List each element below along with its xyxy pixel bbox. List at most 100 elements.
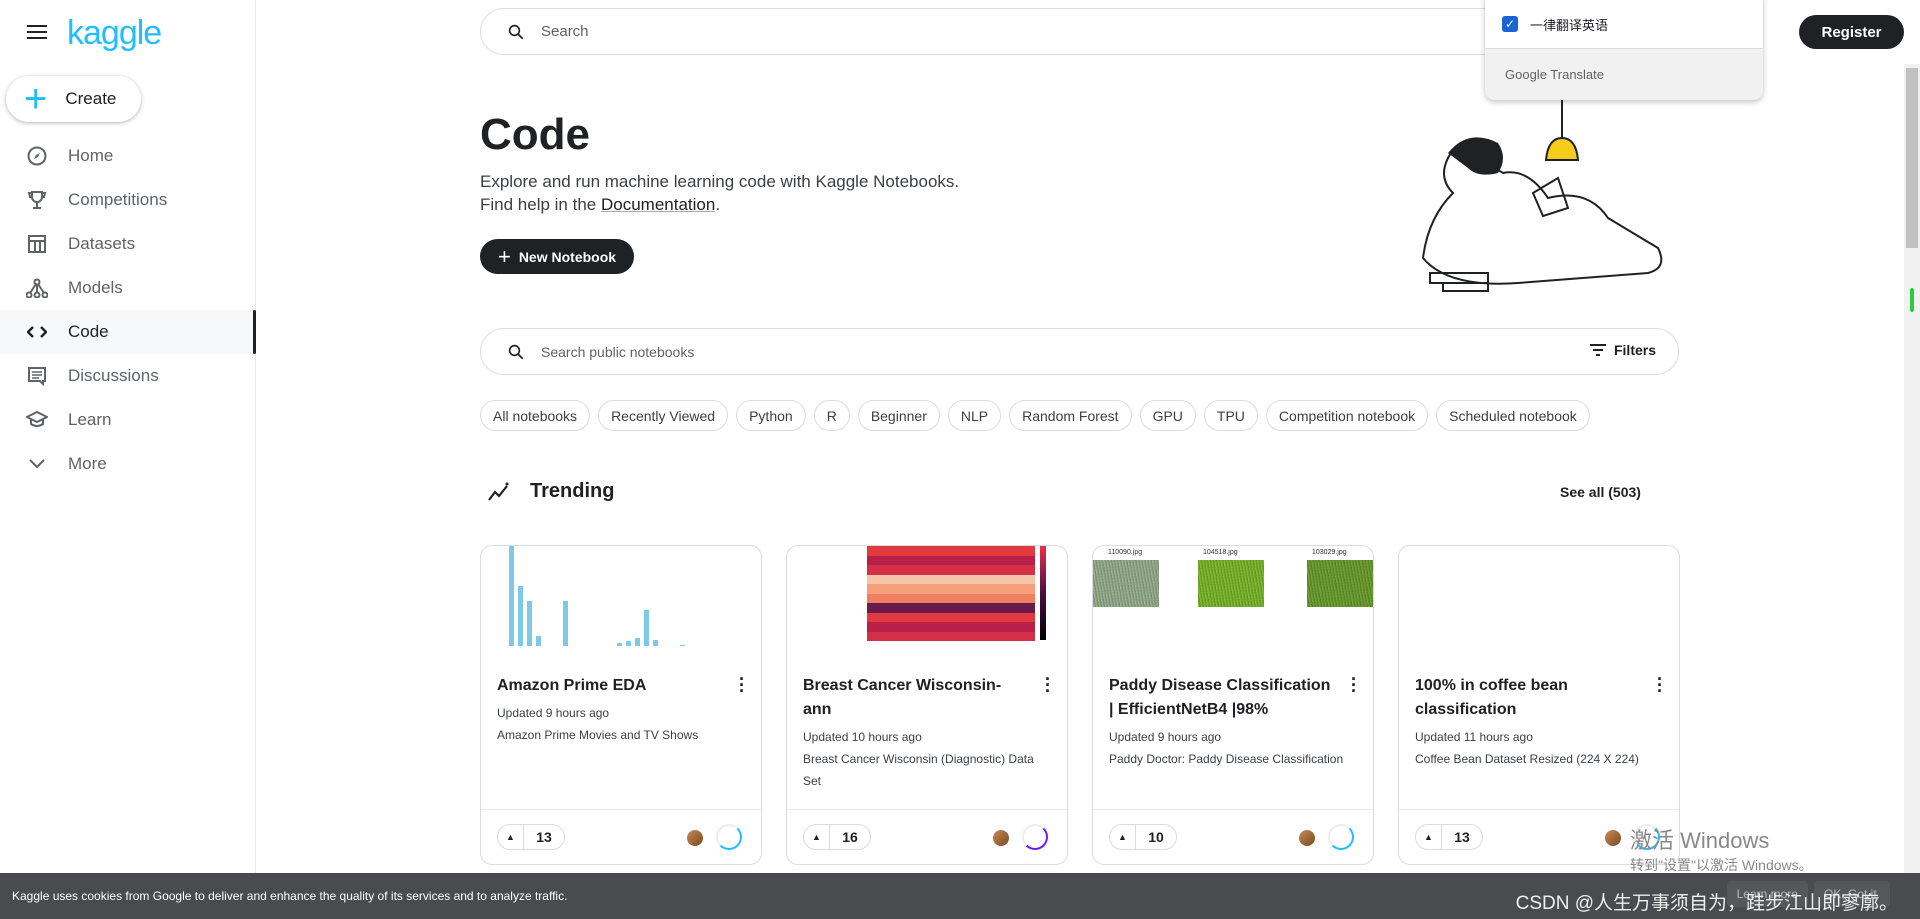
heatmap-cell (950, 631, 960, 641)
heatmap-cell (984, 565, 993, 575)
filter-chip[interactable]: Scheduled notebook (1436, 400, 1590, 431)
checkbox-checked-icon[interactable]: ✓ (1502, 16, 1518, 32)
new-notebook-button[interactable]: + New Notebook (480, 239, 634, 274)
heatmap-cell (950, 555, 960, 565)
paddy-image (1307, 560, 1373, 607)
more-options-icon[interactable]: · · · (1045, 670, 1051, 700)
heatmap-cell (925, 612, 935, 622)
heatmap-cell (959, 574, 968, 584)
thumbnail-bar (680, 645, 685, 646)
notebook-card[interactable]: Breast Cancer Wisconsin-ann · · · Updated 10… (786, 545, 1068, 865)
sidebar-item-competitions[interactable]: Competitions (0, 178, 256, 222)
upvote-button[interactable]: ▲ 10 (1109, 824, 1177, 850)
page-scrollbar[interactable] (1904, 64, 1920, 873)
notebook-title[interactable]: Paddy Disease Classification | Efficient… (1109, 674, 1334, 722)
plus-icon: + (24, 77, 48, 121)
sidebar-item-discussions[interactable]: Discussions (0, 354, 256, 398)
heatmap-cell (1001, 622, 1010, 632)
heatmap-cell (917, 631, 926, 641)
heatmap-cell (1026, 546, 1035, 556)
sidebar-item-learn[interactable]: Learn (0, 398, 256, 442)
author-avatar[interactable] (1605, 830, 1621, 846)
heatmap-cell (883, 555, 893, 565)
sidebar-item-models[interactable]: Models (0, 266, 256, 310)
filter-chip[interactable]: NLP (947, 400, 1002, 431)
filter-chip[interactable]: Python (736, 400, 806, 431)
trending-icon (488, 482, 509, 501)
author-avatar[interactable] (687, 830, 703, 846)
heatmap-cell (984, 603, 993, 613)
sidebar-item-code[interactable]: Code (0, 310, 256, 354)
filter-chip[interactable]: Recently Viewed (598, 400, 729, 431)
scrollbar-thumb[interactable] (1906, 68, 1918, 248)
heatmap-cell (967, 555, 977, 565)
upvote-button[interactable]: ▲ 13 (1415, 824, 1483, 850)
filter-chip[interactable]: All notebooks (480, 400, 591, 431)
sidebar-item-more[interactable]: More (0, 442, 256, 486)
notebook-card[interactable]: Amazon Prime EDA · · · Updated 9 hours ago Am… (480, 545, 762, 865)
filter-chip[interactable]: Competition notebook (1265, 400, 1429, 431)
heatmap-cell (1009, 603, 1019, 613)
see-all-link[interactable]: See all (503) (1560, 484, 1641, 500)
paddy-image (1093, 560, 1159, 607)
documentation-link[interactable]: Documentation (601, 195, 715, 214)
updated-time: Updated 9 hours ago (497, 706, 610, 720)
dataset-name[interactable]: Amazon Prime Movies and TV Shows (497, 724, 747, 746)
sidebar-item-home[interactable]: Home (0, 134, 256, 178)
hamburger-menu-icon[interactable] (27, 25, 47, 41)
dataset-name[interactable]: Paddy Doctor: Paddy Disease Classificati… (1109, 748, 1359, 770)
more-options-icon[interactable]: · · · (1351, 670, 1357, 700)
notebook-card[interactable]: 110090.jpg 104518.jpg 103029.jpg Paddy Dise… (1092, 545, 1374, 865)
register-button[interactable]: Register (1799, 15, 1904, 49)
upvote-button[interactable]: ▲ 13 (497, 824, 565, 850)
thumbnail-bar (617, 643, 622, 646)
heatmap-cell (917, 574, 926, 584)
filter-chip[interactable]: R (813, 400, 850, 431)
description-text: Find help in the (480, 195, 601, 214)
updated-time: Updated 10 hours ago (803, 730, 922, 744)
heatmap-cell (942, 622, 951, 632)
vote-count: 13 (536, 829, 552, 845)
notebook-card[interactable]: 100% in coffee bean classification · · · Upd… (1398, 545, 1680, 865)
filter-chip[interactable]: Random Forest (1009, 400, 1132, 431)
heatmap-cell (908, 622, 918, 632)
notebook-search-input[interactable]: Search public notebooks Filters (480, 328, 1679, 375)
heatmap-cell (976, 622, 985, 632)
heatmap-cell (934, 612, 943, 622)
author-avatar[interactable] (1299, 830, 1315, 846)
notebook-title[interactable]: Breast Cancer Wisconsin-ann (803, 674, 1028, 722)
heatmap-cell (892, 555, 901, 565)
heatmap-cell (892, 584, 901, 594)
filter-chip[interactable]: TPU (1203, 400, 1258, 431)
heatmap-cell (875, 546, 884, 556)
always-translate-option[interactable]: ✓ 一律翻译英语 (1485, 0, 1763, 49)
dataset-name[interactable]: Breast Cancer Wisconsin (Diagnostic) Dat… (803, 748, 1053, 792)
notebook-title[interactable]: 100% in coffee bean classification (1415, 674, 1640, 722)
thumbnail-bar (563, 601, 568, 646)
heatmap-cell (892, 565, 901, 575)
filters-button[interactable]: Filters (1589, 342, 1656, 358)
more-options-icon[interactable]: · · · (739, 670, 745, 700)
filter-chip[interactable]: GPU (1139, 400, 1196, 431)
filter-chip[interactable]: Beginner (857, 400, 940, 431)
more-options-icon[interactable]: · · · (1657, 670, 1663, 700)
medal-progress-icon (1328, 824, 1354, 850)
kaggle-logo[interactable]: kaggle (67, 14, 162, 53)
heatmap-cell (1018, 555, 1027, 565)
heatmap-cell (967, 565, 977, 575)
upvote-arrow-icon: ▲ (1110, 825, 1136, 849)
dataset-name[interactable]: Coffee Bean Dataset Resized (224 X 224) (1415, 748, 1665, 770)
heatmap-cell (900, 631, 909, 641)
create-button[interactable]: + Create (6, 76, 141, 122)
upvote-button[interactable]: ▲ 16 (803, 824, 871, 850)
heatmap-cell (942, 574, 951, 584)
author-avatar[interactable] (993, 830, 1009, 846)
search-icon (508, 24, 524, 39)
sidebar-item-datasets[interactable]: Datasets (0, 222, 256, 266)
notebook-title[interactable]: Amazon Prime EDA (497, 674, 722, 698)
description-line: Explore and run machine learning code wi… (480, 172, 960, 191)
heatmap-cell (925, 546, 935, 556)
heatmap-cell (875, 631, 884, 641)
heatmap-cell (1001, 603, 1010, 613)
models-icon (26, 278, 48, 298)
